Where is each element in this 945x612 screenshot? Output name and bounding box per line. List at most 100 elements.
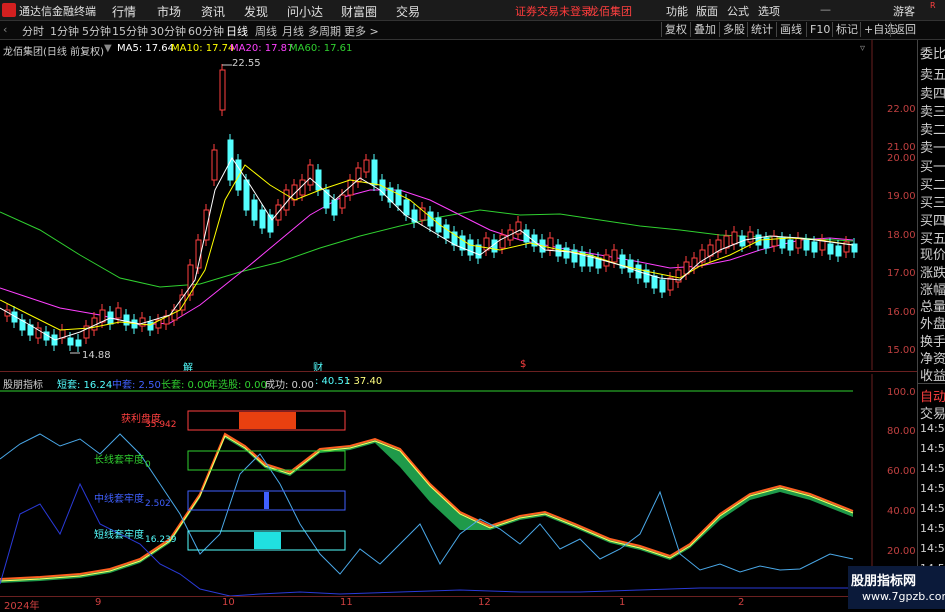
period-weekly[interactable]: 周线 bbox=[255, 23, 277, 39]
multi-stock-button[interactable]: 多股 bbox=[719, 22, 745, 37]
long-trap-label-box: 长线套牢度 bbox=[94, 455, 144, 466]
candle-body bbox=[515, 221, 522, 235]
indicator-chart[interactable] bbox=[0, 374, 873, 596]
time-entry: 14:56 bbox=[920, 422, 945, 435]
minimize-icon[interactable]: — bbox=[820, 3, 831, 16]
menu-item-news[interactable]: 资讯 bbox=[201, 3, 225, 20]
toolbar-arrow-icon[interactable]: ‹ bbox=[3, 23, 7, 36]
candle-body bbox=[827, 243, 834, 255]
sub-tick: 100.0 bbox=[887, 387, 916, 398]
menu-layout[interactable]: 版面 bbox=[696, 3, 718, 19]
period-1min[interactable]: 1分钟 bbox=[50, 23, 79, 39]
label-ask2: 卖二 bbox=[920, 123, 945, 138]
login-warning[interactable]: 证券交易未登录 bbox=[515, 3, 592, 19]
chart-settings-icon[interactable]: ▿ bbox=[860, 43, 865, 54]
menu-bar: 通达信金融终端 行情 市场 资讯 发现 问小达 财富圈 交易 证券交易未登录 龙… bbox=[0, 0, 945, 21]
ma5-label: MA5: 17.64 bbox=[117, 43, 175, 54]
price-tick: 21.00 bbox=[887, 142, 916, 153]
candle-body bbox=[307, 164, 314, 186]
candle-body bbox=[835, 245, 842, 257]
candle-body bbox=[611, 249, 618, 263]
mid-trap-label-box: 中线套牢度 bbox=[94, 494, 144, 505]
price-tick: 17.00 bbox=[887, 268, 916, 279]
candle-body bbox=[243, 179, 250, 211]
candlestick-chart[interactable] bbox=[0, 40, 873, 370]
high-price-label: 22.55 bbox=[232, 58, 261, 69]
period-5min[interactable]: 5分钟 bbox=[82, 23, 111, 39]
candles bbox=[4, 64, 858, 354]
ma20-path bbox=[0, 189, 854, 326]
candle-body bbox=[811, 241, 818, 253]
sub-tick: 60.00 bbox=[887, 466, 916, 477]
x-label: 2024年 bbox=[4, 601, 40, 612]
ma60-label: MA60: 17.61 bbox=[289, 43, 353, 54]
menu-item-market[interactable]: 市场 bbox=[157, 3, 181, 20]
low-price-label: 14.88 bbox=[82, 350, 111, 361]
menu-options[interactable]: 选项 bbox=[758, 3, 780, 19]
price-tick: 18.00 bbox=[887, 230, 916, 241]
menu-item-wealth[interactable]: 财富圈 bbox=[341, 3, 377, 20]
overlay-button[interactable]: 叠加 bbox=[690, 22, 716, 37]
candle-body bbox=[787, 239, 794, 251]
price-tick: 20.00 bbox=[887, 153, 916, 164]
candle-body bbox=[747, 231, 754, 243]
time-entry: 14:56 bbox=[920, 462, 945, 475]
stock-name-top: 龙佰集团 bbox=[588, 5, 632, 18]
guest-button[interactable]: 游客 bbox=[893, 3, 915, 19]
mark-button[interactable]: 标记 bbox=[832, 22, 858, 37]
period-60min[interactable]: 60分钟 bbox=[188, 23, 224, 39]
label-earnings: 收益 bbox=[920, 369, 945, 384]
f10-button[interactable]: F10 bbox=[806, 22, 830, 37]
adjust-button[interactable]: 复权 bbox=[661, 22, 687, 37]
x-label: 2 bbox=[738, 597, 745, 608]
label-ask3: 卖三 bbox=[920, 105, 945, 120]
period-multi[interactable]: 多周期 bbox=[308, 23, 341, 39]
label-ask4: 卖四 bbox=[920, 87, 945, 102]
candle-body bbox=[123, 314, 130, 326]
candle-body bbox=[803, 239, 810, 251]
menu-item-quotes[interactable]: 行情 bbox=[112, 3, 136, 20]
stats-button[interactable]: 统计 bbox=[747, 22, 773, 37]
candle-body bbox=[795, 237, 802, 249]
menu-formula[interactable]: 公式 bbox=[727, 3, 749, 19]
back-button[interactable]: 返回 bbox=[890, 22, 916, 37]
sub-tick: 40.00 bbox=[887, 506, 916, 517]
candle-body bbox=[659, 279, 666, 293]
menu-function[interactable]: 功能 bbox=[666, 3, 688, 19]
candle-body bbox=[219, 69, 226, 111]
app-title: 通达信金融终端 bbox=[19, 5, 96, 18]
candle-body bbox=[147, 321, 154, 331]
candle-body bbox=[651, 275, 658, 289]
period-15min[interactable]: 15分钟 bbox=[112, 23, 148, 39]
profit-value: 35.942 bbox=[145, 420, 177, 430]
label-outer: 外盘 bbox=[920, 317, 945, 332]
period-daily[interactable]: 日线 bbox=[226, 23, 248, 39]
menu-item-ask[interactable]: 问小达 bbox=[287, 3, 323, 20]
label-price: 现价 bbox=[920, 248, 945, 263]
collapse-icon[interactable]: ▼ bbox=[104, 43, 112, 54]
candle-body bbox=[259, 209, 266, 229]
label-bid4: 买四 bbox=[920, 214, 945, 229]
candle-body bbox=[115, 307, 122, 319]
draw-line-button[interactable]: 画线 bbox=[776, 22, 802, 37]
menu-item-discover[interactable]: 发现 bbox=[244, 3, 268, 20]
candle-body bbox=[371, 159, 378, 186]
period-monthly[interactable]: 月线 bbox=[282, 23, 304, 39]
ma5-path bbox=[0, 157, 854, 341]
period-30min[interactable]: 30分钟 bbox=[150, 23, 186, 39]
menu-item-trade[interactable]: 交易 bbox=[396, 3, 420, 20]
period-intraday[interactable]: 分时 bbox=[22, 23, 44, 39]
label-trade[interactable]: 交易 bbox=[920, 403, 945, 422]
sub-tick: 80.00 bbox=[887, 426, 916, 437]
period-more[interactable]: 更多 > bbox=[344, 23, 379, 39]
time-entry: 14:56 bbox=[920, 522, 945, 535]
event-marker-icon[interactable]: $ bbox=[520, 359, 526, 370]
x-axis-line bbox=[0, 596, 917, 597]
ma5-line bbox=[0, 157, 854, 341]
watermark-title: 股朋指标网 bbox=[851, 574, 917, 589]
candle-body bbox=[75, 339, 82, 347]
watermark-url: www.7gpzb.com bbox=[862, 590, 945, 603]
period-toolbar: ‹ 分时 1分钟 5分钟 15分钟 30分钟 60分钟 日线 周线 月线 多周期… bbox=[0, 21, 945, 40]
ma10-label: MA10: 17.74 bbox=[171, 43, 235, 54]
label-bid1: 买一 bbox=[920, 160, 945, 175]
